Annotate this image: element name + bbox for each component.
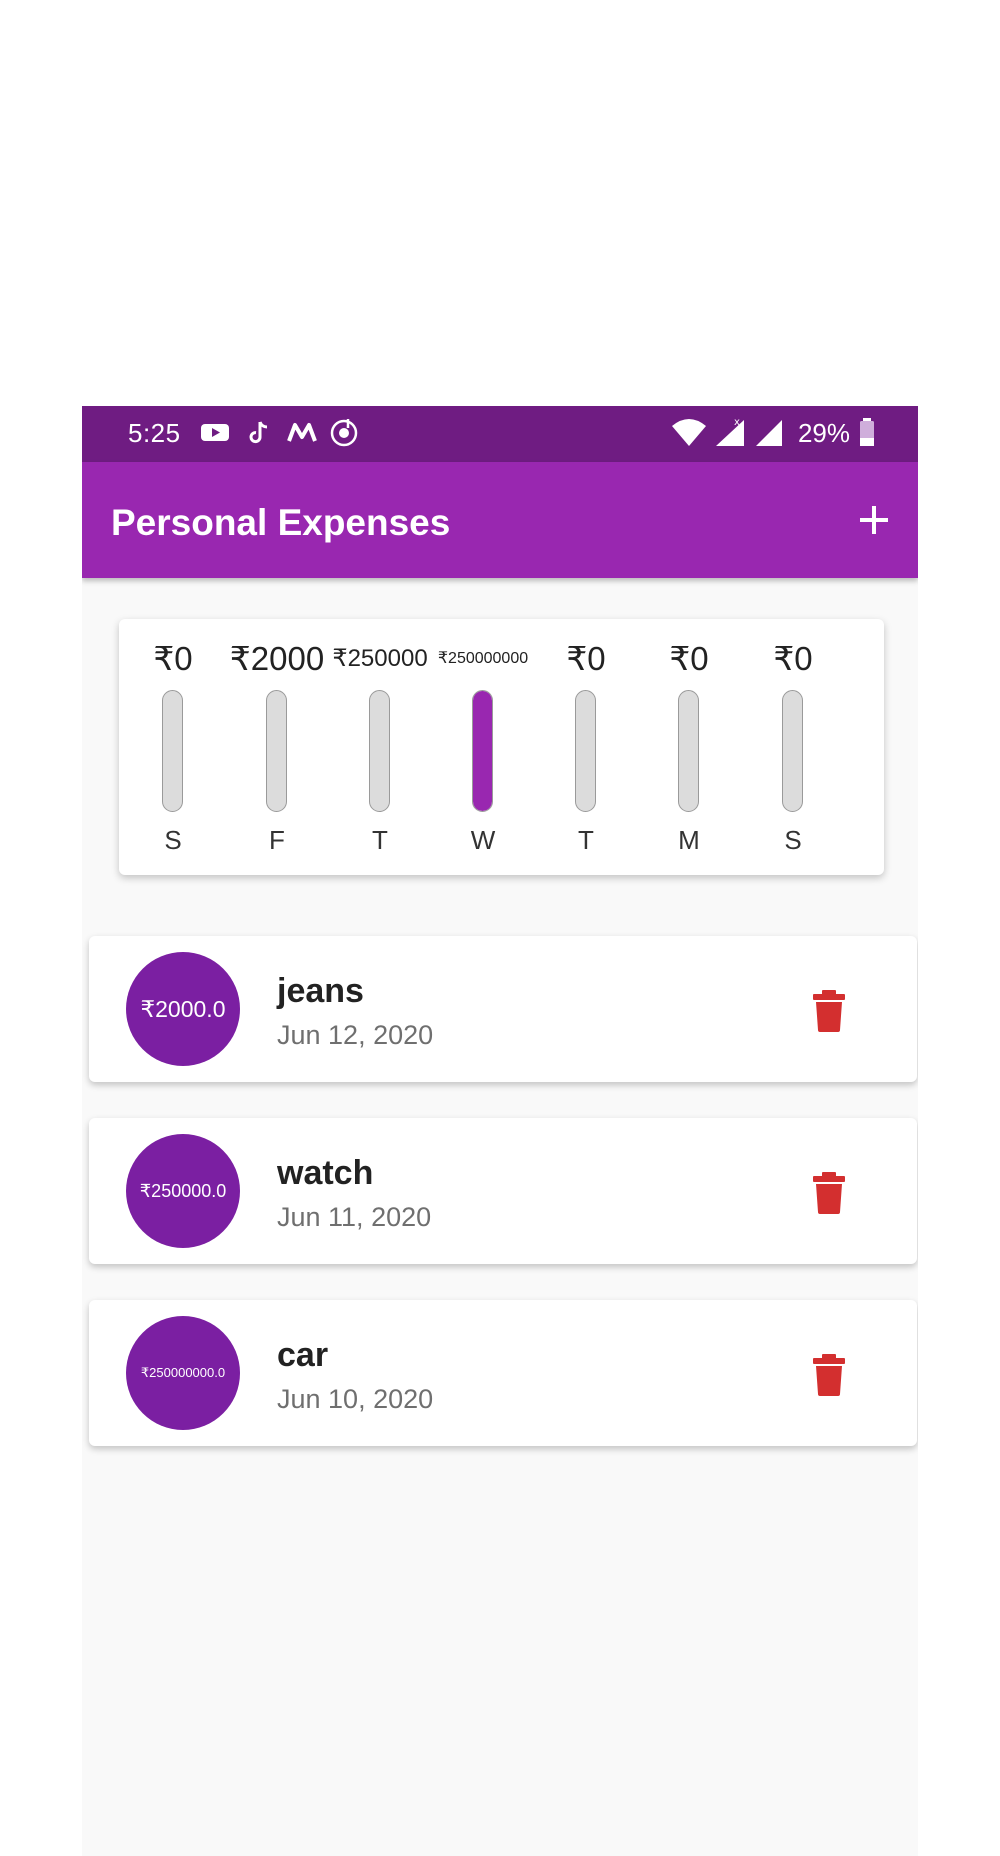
chart-bar-0: ₹0 S bbox=[121, 619, 225, 875]
amount-avatar: ₹2000.0 bbox=[126, 952, 240, 1066]
app-bar: Personal Expenses bbox=[82, 462, 918, 578]
chart-bar-amount: ₹0 bbox=[153, 640, 193, 677]
amount-avatar: ₹250000.0 bbox=[126, 1134, 240, 1248]
trash-icon bbox=[813, 990, 845, 1032]
m-app-icon bbox=[287, 423, 317, 442]
add-expense-button[interactable] bbox=[848, 494, 900, 546]
chart-bar-amount: ₹0 bbox=[566, 640, 606, 677]
svg-text:x: x bbox=[734, 417, 740, 428]
delete-button[interactable] bbox=[809, 988, 849, 1032]
transaction-card: ₹2000.0 jeans Jun 12, 2020 bbox=[89, 936, 917, 1082]
chart-bar-amount: ₹250000 bbox=[332, 645, 428, 672]
phone-screen: 5:25 x 29% Personal Expenses ₹0 S ₹2000 … bbox=[82, 406, 918, 1856]
amount-avatar: ₹250000000.0 bbox=[126, 1316, 240, 1430]
app-title: Personal Expenses bbox=[111, 502, 451, 543]
chart-bar-4: ₹0 T bbox=[534, 619, 638, 875]
transaction-date: Jun 11, 2020 bbox=[277, 1202, 432, 1232]
transaction-date: Jun 10, 2020 bbox=[277, 1384, 434, 1414]
chart-bar-track bbox=[575, 690, 596, 812]
battery-icon bbox=[860, 418, 874, 446]
chart-bar-amount: ₹0 bbox=[773, 640, 813, 677]
chart-bar-1: ₹2000 F bbox=[225, 619, 329, 875]
transaction-title: jeans bbox=[277, 972, 364, 1010]
chart-bar-track bbox=[266, 690, 287, 812]
chart-bar-2: ₹250000 T bbox=[328, 619, 432, 875]
delete-button[interactable] bbox=[809, 1170, 849, 1214]
chart-bar-amount: ₹0 bbox=[669, 640, 709, 677]
tiktok-icon bbox=[249, 421, 268, 444]
chart-bar-day: M bbox=[678, 825, 700, 855]
status-bar: 5:25 x 29% bbox=[82, 406, 918, 462]
transaction-card: ₹250000.0 watch Jun 11, 2020 bbox=[89, 1118, 917, 1264]
chart-bar-day: S bbox=[164, 825, 182, 855]
transaction-title: watch bbox=[277, 1154, 374, 1192]
trash-icon bbox=[813, 1172, 845, 1214]
chart-bar-day: W bbox=[470, 825, 496, 855]
weekly-chart: ₹0 S ₹2000 F ₹250000 T ₹250000000 W ₹0 T ₹0 M ₹0 S bbox=[119, 619, 884, 875]
chart-bar-track bbox=[369, 690, 390, 812]
signal-icon: x bbox=[716, 417, 744, 446]
plus-icon bbox=[860, 506, 888, 534]
chart-bar-amount: ₹250000000 bbox=[437, 650, 529, 667]
signal-icon-2 bbox=[756, 420, 782, 446]
trash-icon bbox=[813, 1354, 845, 1396]
chart-bar-fill bbox=[473, 691, 492, 811]
chart-bar-track bbox=[782, 690, 803, 812]
chart-bar-track bbox=[472, 690, 493, 812]
chart-bar-3: ₹250000000 W bbox=[431, 619, 535, 875]
chart-bar-day: F bbox=[269, 825, 285, 855]
transaction-date: Jun 12, 2020 bbox=[277, 1020, 434, 1050]
chart-bar-6: ₹0 S bbox=[741, 619, 845, 875]
transaction-card: ₹250000000.0 car Jun 10, 2020 bbox=[89, 1300, 917, 1446]
wifi-icon bbox=[672, 419, 706, 446]
music-icon bbox=[330, 419, 358, 447]
chart-bar-day: T bbox=[372, 825, 388, 855]
chart-bar-day: S bbox=[784, 825, 802, 855]
chart-bar-track bbox=[678, 690, 699, 812]
youtube-icon bbox=[201, 424, 229, 441]
status-time: 5:25 bbox=[128, 418, 181, 448]
chart-bar-amount: ₹2000 bbox=[229, 640, 325, 677]
delete-button[interactable] bbox=[809, 1352, 849, 1396]
transaction-title: car bbox=[277, 1336, 329, 1374]
chart-bar-5: ₹0 M bbox=[637, 619, 741, 875]
chart-bar-day: T bbox=[578, 825, 594, 855]
chart-bar-track bbox=[162, 690, 183, 812]
battery-percent: 29% bbox=[797, 418, 850, 448]
